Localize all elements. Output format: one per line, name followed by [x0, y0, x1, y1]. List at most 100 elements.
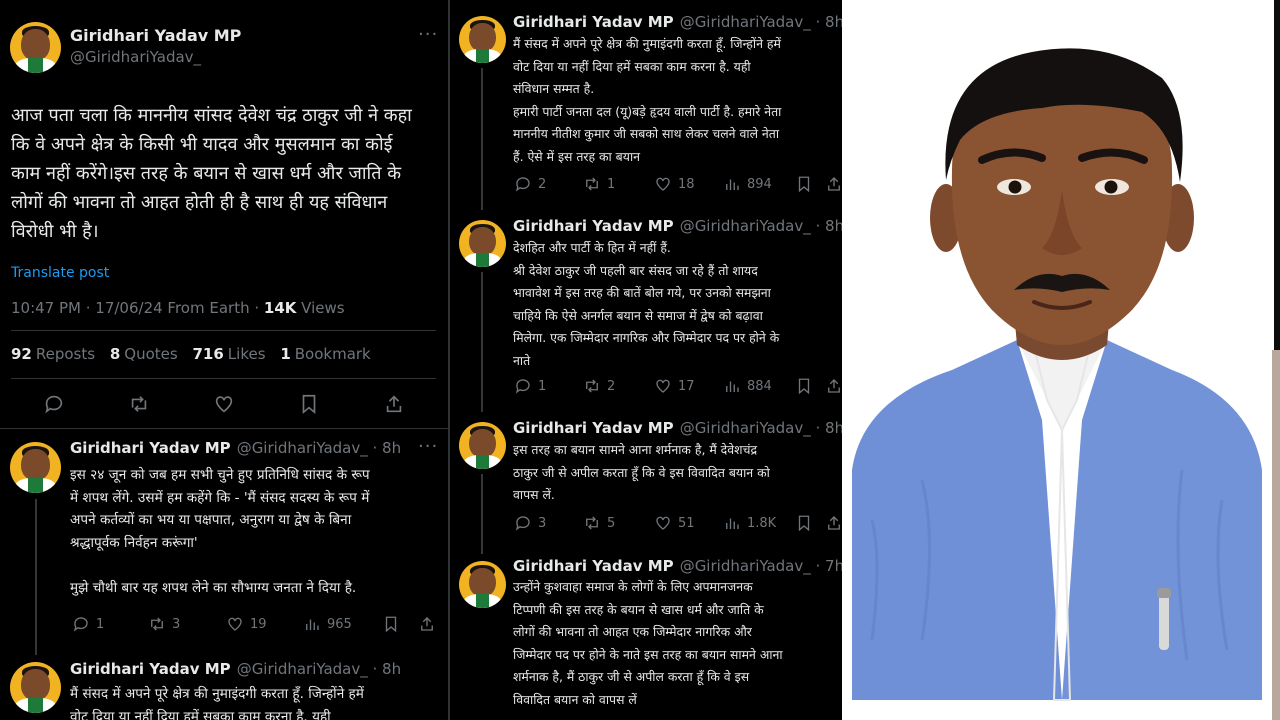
views-label: Views [296, 299, 345, 317]
portrait-illustration [842, 0, 1280, 720]
bookmarks-stat[interactable]: 1 Bookmark [280, 345, 370, 363]
reply-count: 3 [538, 515, 547, 531]
views-count: 1.8K [747, 515, 777, 531]
bookmark-icon[interactable] [382, 615, 400, 633]
reply-author-name[interactable]: Giridhari Yadav MP [70, 439, 231, 457]
divider [11, 378, 436, 379]
reply-header: Giridhari Yadav MP @GiridhariYadav_ · 8h [70, 439, 401, 457]
like-count: 19 [250, 616, 267, 632]
reply-author-name[interactable]: Giridhari Yadav MP [513, 557, 674, 575]
bookmarks-label: Bookmark [294, 345, 371, 363]
reply-icon[interactable] [43, 393, 65, 415]
reply-handle[interactable]: @GiridhariYadav_ · 7h [680, 557, 842, 575]
reply-header: Giridhari Yadav MP @GiridhariYadav_ · 8h [513, 13, 842, 31]
quotes-stat[interactable]: 8 Quotes [110, 345, 178, 363]
repost-count: 2 [607, 378, 616, 394]
reply-text: मैं संसद में अपने पूरे क्षेत्र की नुमाइं… [513, 36, 782, 164]
reply-text: उन्होंने कुशवाहा समाज के लोगों के लिए अप… [513, 579, 783, 707]
reply-action-bar: 1 2 17 884 [450, 377, 842, 397]
reply-handle[interactable]: @GiridhariYadav_ · 8h [680, 419, 842, 437]
reposts-stat[interactable]: 92 Reposts [11, 345, 95, 363]
reply-text: मैं संसद में अपने पूरे क्षेत्र की नुमाइं… [70, 686, 364, 720]
reply-text: इस तरह का बयान सामने आना शर्मनाक है, मैं… [513, 442, 770, 503]
translate-post-link[interactable]: Translate post [11, 265, 109, 281]
more-options-icon[interactable]: ··· [418, 24, 438, 45]
more-options-icon[interactable]: ··· [418, 436, 438, 457]
views-count: 14K [263, 299, 297, 317]
views-count: 894 [747, 176, 772, 192]
author-name[interactable]: Giridhari Yadav MP [70, 26, 241, 45]
reply-count: 1 [96, 616, 105, 632]
reply-icon[interactable]: 1 [514, 377, 546, 395]
bookmark-icon[interactable] [298, 393, 320, 415]
quotes-count: 8 [109, 345, 121, 363]
views-icon[interactable]: 884 [723, 377, 772, 395]
like-count: 17 [678, 378, 695, 394]
reply-header: Giridhari Yadav MP @GiridhariYadav_ · 8h [70, 660, 401, 678]
reply-author-name[interactable]: Giridhari Yadav MP [513, 419, 674, 437]
like-icon[interactable]: 17 [654, 377, 695, 395]
reply-avatar[interactable] [459, 16, 506, 63]
reply-avatar[interactable] [459, 220, 506, 267]
repost-icon[interactable]: 5 [583, 514, 615, 532]
screenshot-collage: Giridhari Yadav MP @GiridhariYadav_ ··· … [0, 0, 1280, 720]
reply-header: Giridhari Yadav MP @GiridhariYadav_ · 8h [513, 419, 842, 437]
reply-avatar[interactable] [10, 442, 61, 493]
views-icon[interactable]: 894 [723, 175, 772, 193]
engagement-stats: 92 Reposts 8 Quotes 716 Likes 1 Bookmark [11, 345, 381, 363]
reply-avatar[interactable] [10, 662, 61, 713]
reply-header: Giridhari Yadav MP @GiridhariYadav_ · 8h [513, 217, 842, 235]
reply-author-name[interactable]: Giridhari Yadav MP [70, 660, 231, 678]
likes-count: 716 [192, 345, 224, 363]
divider [11, 330, 436, 331]
repost-icon[interactable] [128, 393, 150, 415]
reply-author-name[interactable]: Giridhari Yadav MP [513, 217, 674, 235]
views-icon[interactable]: 1.8K [723, 514, 776, 532]
bookmark-icon[interactable] [795, 377, 813, 395]
divider [0, 428, 448, 429]
thread-replies-panel: Giridhari Yadav MP @GiridhariYadav_ · 8h … [450, 0, 842, 720]
reposts-label: Reposts [35, 345, 96, 363]
reply-handle[interactable]: @GiridhariYadav_ · 8h [237, 439, 401, 457]
repost-icon[interactable]: 2 [583, 377, 615, 395]
quotes-label: Quotes [124, 345, 178, 363]
reply-avatar[interactable] [459, 422, 506, 469]
reply-handle[interactable]: @GiridhariYadav_ · 8h [237, 660, 401, 678]
reply-text: देशहित और पार्टी के हित में नहीं हैं. श्… [513, 240, 780, 368]
reply-author-name[interactable]: Giridhari Yadav MP [513, 13, 674, 31]
reply-avatar[interactable] [459, 561, 506, 608]
reply-text: इस २४ जून को जब हम सभी चुने हुए प्रतिनिध… [70, 467, 370, 596]
repost-count: 1 [607, 176, 616, 192]
repost-count: 5 [607, 515, 616, 531]
bookmark-icon[interactable] [795, 514, 813, 532]
share-icon[interactable] [418, 615, 436, 633]
like-icon[interactable]: 51 [654, 514, 695, 532]
views-icon[interactable]: 965 [303, 615, 352, 633]
reply-icon[interactable]: 2 [514, 175, 546, 193]
share-icon[interactable] [383, 393, 405, 415]
reposts-count: 92 [11, 345, 32, 363]
post-timestamp: 10:47 PM · 17/06/24 From Earth · 14K Vie… [11, 299, 345, 317]
repost-icon[interactable]: 1 [583, 175, 615, 193]
reply-count: 2 [538, 176, 547, 192]
reply-icon[interactable]: 3 [514, 514, 546, 532]
timestamp-text: 10:47 PM · 17/06/24 From Earth · [11, 299, 264, 317]
author-handle[interactable]: @GiridhariYadav_ [70, 48, 201, 66]
like-count: 51 [678, 515, 695, 531]
like-icon[interactable]: 18 [654, 175, 695, 193]
like-count: 18 [678, 176, 695, 192]
share-icon[interactable] [825, 175, 842, 193]
reply-icon[interactable]: 1 [72, 615, 104, 633]
profile-avatar[interactable] [10, 22, 61, 73]
bookmark-icon[interactable] [795, 175, 813, 193]
views-count: 965 [327, 616, 352, 632]
share-icon[interactable] [825, 377, 842, 395]
reply-handle[interactable]: @GiridhariYadav_ · 8h [680, 13, 842, 31]
repost-icon[interactable]: 3 [148, 615, 180, 633]
likes-stat[interactable]: 716 Likes [192, 345, 265, 363]
reply-handle[interactable]: @GiridhariYadav_ · 8h [680, 217, 842, 235]
reply-action-bar: 2 1 18 894 [450, 175, 842, 195]
like-icon[interactable]: 19 [226, 615, 267, 633]
share-icon[interactable] [825, 514, 842, 532]
like-icon[interactable] [213, 393, 235, 415]
